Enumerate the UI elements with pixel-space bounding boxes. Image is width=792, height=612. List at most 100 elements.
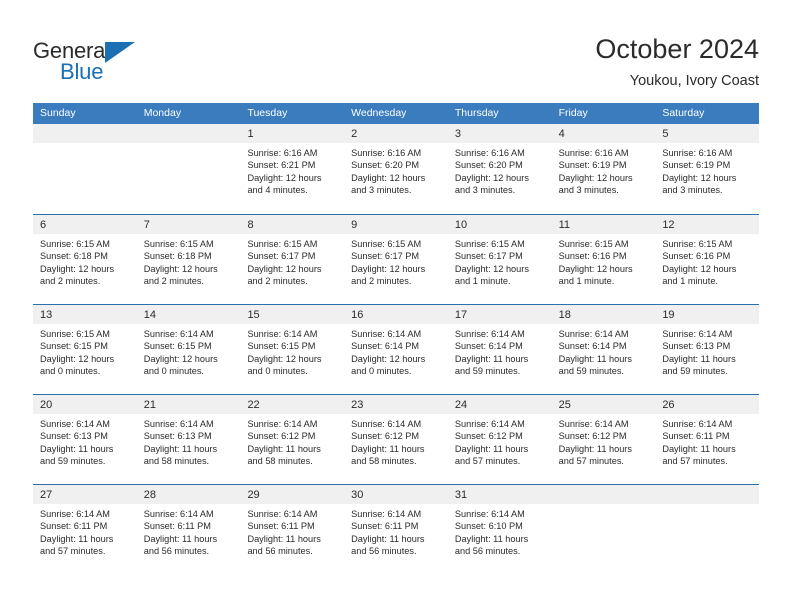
day-number-strip: 21 bbox=[136, 395, 241, 414]
daylight-text-line2: and 3 minutes. bbox=[351, 185, 412, 196]
day-cell[interactable]: 10 Sunrise: 6:15 AM Sunset: 6:17 PM Dayligh… bbox=[447, 215, 552, 304]
day-sun-info: Sunrise: 6:14 AM Sunset: 6:13 PM Daylight:… bbox=[137, 414, 241, 468]
sunrise-text: Sunrise: 6:16 AM bbox=[351, 148, 422, 158]
day-cell[interactable]: 21 Sunrise: 6:14 AM Sunset: 6:13 PM Dayligh… bbox=[136, 395, 241, 484]
sunrise-text: Sunrise: 6:14 AM bbox=[662, 329, 733, 339]
day-sun-info: Sunrise: 6:15 AM Sunset: 6:17 PM Daylight:… bbox=[240, 234, 344, 288]
day-cell[interactable]: 3 Sunrise: 6:16 AM Sunset: 6:20 PM Daylight… bbox=[447, 124, 552, 214]
day-number-strip: 26 bbox=[655, 395, 760, 414]
day-number-strip: 28 bbox=[136, 485, 241, 504]
daylight-text-line2: and 57 minutes. bbox=[454, 456, 521, 467]
day-sun-info: Sunrise: 6:14 AM Sunset: 6:14 PM Daylight:… bbox=[344, 324, 448, 378]
day-sun-info: Sunrise: 6:14 AM Sunset: 6:12 PM Daylight:… bbox=[448, 414, 552, 468]
day-sun-info: Sunrise: 6:15 AM Sunset: 6:18 PM Daylight:… bbox=[33, 234, 137, 288]
day-number-strip: 25 bbox=[551, 395, 656, 414]
daylight-text-line2: and 58 minutes. bbox=[143, 456, 210, 467]
day-cell[interactable]: 14 Sunrise: 6:14 AM Sunset: 6:15 PM Dayligh… bbox=[136, 305, 241, 394]
day-cell[interactable]: 9 Sunrise: 6:15 AM Sunset: 6:17 PM Daylight… bbox=[344, 215, 448, 304]
day-cell[interactable]: 18 Sunrise: 6:14 AM Sunset: 6:14 PM Dayligh… bbox=[551, 305, 656, 394]
day-cell[interactable]: 26 Sunrise: 6:14 AM Sunset: 6:11 PM Dayligh… bbox=[655, 395, 760, 484]
day-cell[interactable]: 12 Sunrise: 6:15 AM Sunset: 6:16 PM Dayligh… bbox=[655, 215, 760, 304]
daylight-text-line2: and 1 minute. bbox=[454, 276, 511, 287]
day-number: 6 bbox=[40, 219, 47, 231]
day-number-strip: 9 bbox=[344, 215, 448, 234]
day-sun-info: Sunrise: 6:14 AM Sunset: 6:11 PM Daylight:… bbox=[137, 504, 241, 558]
daylight-text-line1: Daylight: 12 hours bbox=[247, 263, 322, 274]
daylight-text-line2: and 56 minutes. bbox=[351, 546, 417, 557]
sunset-text: Sunset: 6:15 PM bbox=[40, 341, 108, 352]
day-cell[interactable]: 6 Sunrise: 6:15 AM Sunset: 6:18 PM Daylight… bbox=[33, 215, 137, 304]
daylight-text-line2: and 57 minutes. bbox=[558, 456, 624, 467]
day-cell[interactable]: 16 Sunrise: 6:14 AM Sunset: 6:14 PM Dayligh… bbox=[344, 305, 448, 394]
day-cell[interactable]: 15 Sunrise: 6:14 AM Sunset: 6:15 PM Dayligh… bbox=[240, 305, 345, 394]
day-sun-info: Sunrise: 6:14 AM Sunset: 6:12 PM Daylight:… bbox=[240, 414, 344, 468]
day-number: 8 bbox=[247, 219, 254, 231]
sunset-text: Sunset: 6:10 PM bbox=[454, 521, 523, 532]
day-number-strip: 19 bbox=[655, 305, 760, 324]
day-number: 17 bbox=[454, 309, 468, 321]
day-cell[interactable]: 24 Sunrise: 6:14 AM Sunset: 6:12 PM Dayligh… bbox=[447, 395, 552, 484]
day-cell[interactable]: 25 Sunrise: 6:14 AM Sunset: 6:12 PM Dayligh… bbox=[551, 395, 656, 484]
sunrise-text: Sunrise: 6:14 AM bbox=[351, 509, 422, 519]
daylight-text-line1: Daylight: 12 hours bbox=[40, 353, 115, 364]
sunset-text: Sunset: 6:20 PM bbox=[454, 160, 523, 171]
weekday-header-sunday: Sunday bbox=[40, 107, 76, 119]
title-block: October 2024 Youkou, Ivory Coast bbox=[595, 33, 759, 91]
daylight-text-line2: and 3 minutes. bbox=[454, 185, 516, 196]
sunset-text: Sunset: 6:11 PM bbox=[351, 521, 419, 532]
daylight-text-line2: and 59 minutes. bbox=[558, 366, 624, 377]
day-cell[interactable]: 1 Sunrise: 6:16 AM Sunset: 6:21 PM Daylight… bbox=[240, 124, 345, 214]
sunset-text: Sunset: 6:20 PM bbox=[351, 160, 420, 171]
sunset-text: Sunset: 6:16 PM bbox=[662, 251, 731, 262]
day-number: 14 bbox=[143, 309, 156, 321]
day-cell[interactable]: 19 Sunrise: 6:14 AM Sunset: 6:13 PM Dayligh… bbox=[655, 305, 760, 394]
day-number-strip: 23 bbox=[344, 395, 448, 414]
day-cell[interactable]: 20 Sunrise: 6:14 AM Sunset: 6:13 PM Dayligh… bbox=[33, 395, 137, 484]
day-cell[interactable]: 7 Sunrise: 6:15 AM Sunset: 6:18 PM Daylight… bbox=[136, 215, 241, 304]
sunset-text: Sunset: 6:15 PM bbox=[247, 341, 316, 352]
day-cell[interactable]: 30 Sunrise: 6:14 AM Sunset: 6:11 PM Dayligh… bbox=[344, 485, 448, 574]
day-sun-info: Sunrise: 6:14 AM Sunset: 6:11 PM Daylight:… bbox=[655, 414, 759, 468]
daylight-text-line1: Daylight: 12 hours bbox=[662, 263, 737, 274]
day-cell[interactable]: 13 Sunrise: 6:15 AM Sunset: 6:15 PM Dayligh… bbox=[33, 305, 137, 394]
day-sun-info: Sunrise: 6:15 AM Sunset: 6:17 PM Daylight:… bbox=[448, 234, 552, 288]
day-cell[interactable]: 8 Sunrise: 6:15 AM Sunset: 6:17 PM Daylight… bbox=[240, 215, 345, 304]
daylight-text-line1: Daylight: 12 hours bbox=[351, 353, 426, 364]
day-cell[interactable]: 23 Sunrise: 6:14 AM Sunset: 6:12 PM Dayligh… bbox=[344, 395, 448, 484]
day-number-strip: 30 bbox=[344, 485, 448, 504]
daylight-text-line2: and 3 minutes. bbox=[662, 185, 723, 196]
daylight-text-line1: Daylight: 11 hours bbox=[454, 353, 529, 364]
day-number-strip: 8 bbox=[240, 215, 345, 234]
sunset-text: Sunset: 6:12 PM bbox=[454, 431, 523, 442]
day-number-strip: 15 bbox=[240, 305, 345, 324]
daylight-text-line2: and 4 minutes. bbox=[247, 185, 308, 196]
calendar-week-row: 27 Sunrise: 6:14 AM Sunset: 6:11 PM Dayligh… bbox=[33, 484, 760, 574]
day-cell[interactable]: 4 Sunrise: 6:16 AM Sunset: 6:19 PM Daylight… bbox=[551, 124, 656, 214]
day-sun-info: Sunrise: 6:14 AM Sunset: 6:12 PM Daylight:… bbox=[552, 414, 656, 468]
day-sun-info: Sunrise: 6:16 AM Sunset: 6:20 PM Daylight:… bbox=[344, 143, 448, 197]
day-cell[interactable]: 11 Sunrise: 6:15 AM Sunset: 6:16 PM Dayligh… bbox=[551, 215, 656, 304]
sunrise-text: Sunrise: 6:14 AM bbox=[351, 329, 422, 339]
sunrise-text: Sunrise: 6:16 AM bbox=[662, 148, 733, 158]
sunrise-text: Sunrise: 6:15 AM bbox=[247, 239, 318, 249]
sunset-text: Sunset: 6:12 PM bbox=[351, 431, 420, 442]
day-number: 12 bbox=[662, 219, 675, 231]
page-header: General Blue October 2024 Youkou, Ivory … bbox=[0, 0, 792, 100]
day-cell[interactable]: 17 Sunrise: 6:14 AM Sunset: 6:14 PM Dayligh… bbox=[447, 305, 552, 394]
sunrise-text: Sunrise: 6:14 AM bbox=[454, 329, 525, 339]
sunrise-text: Sunrise: 6:14 AM bbox=[558, 329, 629, 339]
sunrise-text: Sunrise: 6:16 AM bbox=[454, 148, 525, 158]
day-cell[interactable]: 31 Sunrise: 6:14 AM Sunset: 6:10 PM Dayligh… bbox=[447, 485, 552, 574]
day-cell[interactable]: 5 Sunrise: 6:16 AM Sunset: 6:19 PM Daylight… bbox=[655, 124, 760, 214]
day-number: 28 bbox=[143, 489, 156, 501]
daylight-text-line2: and 56 minutes. bbox=[247, 546, 313, 557]
day-sun-info: Sunrise: 6:14 AM Sunset: 6:11 PM Daylight:… bbox=[344, 504, 448, 558]
day-cell[interactable]: 29 Sunrise: 6:14 AM Sunset: 6:11 PM Dayligh… bbox=[240, 485, 345, 574]
sunrise-text: Sunrise: 6:16 AM bbox=[247, 148, 318, 158]
sunrise-text: Sunrise: 6:15 AM bbox=[143, 239, 214, 249]
day-cell[interactable]: 22 Sunrise: 6:14 AM Sunset: 6:12 PM Dayligh… bbox=[240, 395, 345, 484]
day-cell[interactable]: 28 Sunrise: 6:14 AM Sunset: 6:11 PM Dayligh… bbox=[136, 485, 241, 574]
daylight-text-line1: Daylight: 12 hours bbox=[143, 263, 218, 274]
day-cell[interactable]: 2 Sunrise: 6:16 AM Sunset: 6:20 PM Daylight… bbox=[344, 124, 448, 214]
day-cell[interactable]: 27 Sunrise: 6:14 AM Sunset: 6:11 PM Dayligh… bbox=[33, 485, 137, 574]
